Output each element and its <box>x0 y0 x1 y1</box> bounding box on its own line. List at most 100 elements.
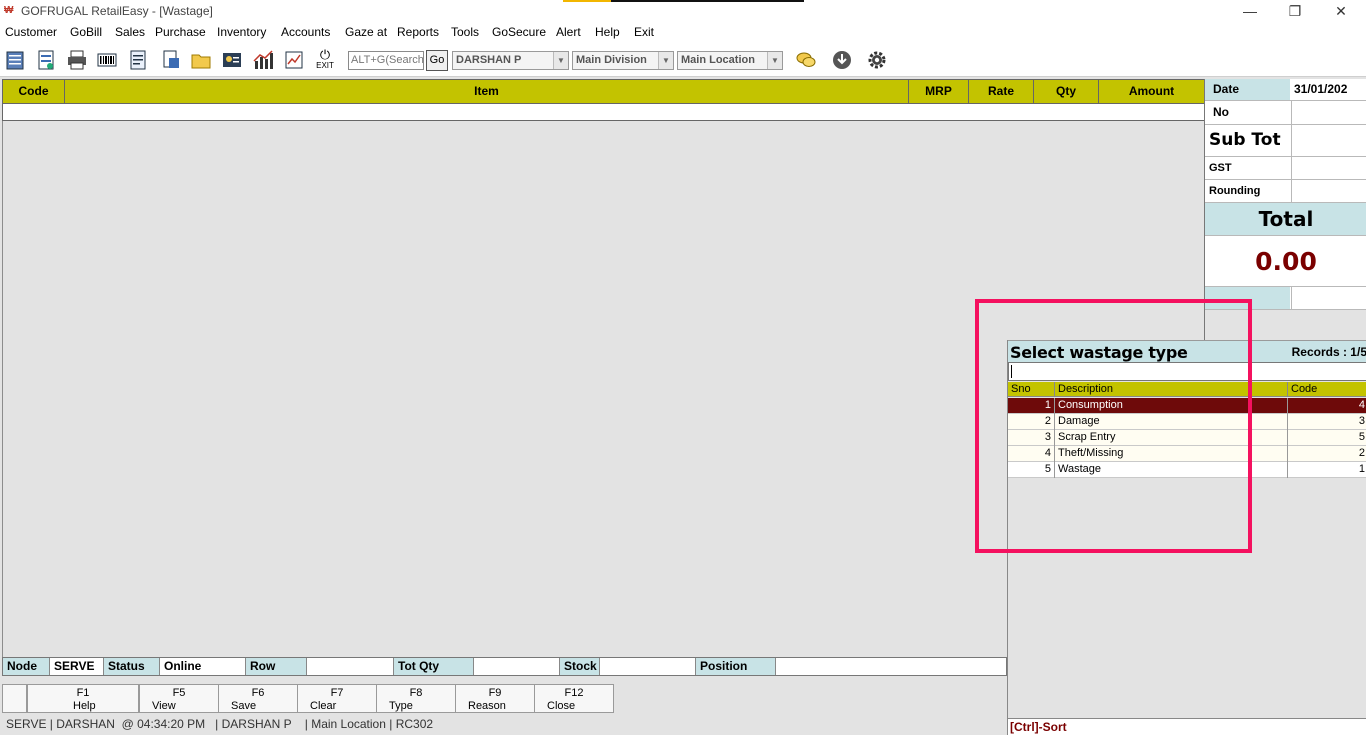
invoice-icon[interactable] <box>35 49 57 71</box>
column-amount[interactable]: Amount <box>1099 80 1204 103</box>
fkey-key: F12 <box>564 687 584 699</box>
download-icon[interactable] <box>831 49 853 71</box>
transfer-icon[interactable] <box>160 49 182 71</box>
extra-value <box>1291 287 1366 309</box>
search-input[interactable]: ALT+G(Search <box>348 51 424 70</box>
toolbar: ⏻ EXIT ALT+G(Search Go DARSHAN P ▼ Main … <box>0 43 1366 77</box>
document-icon[interactable] <box>127 49 149 71</box>
go-button[interactable]: Go <box>426 50 448 71</box>
f9-reason-button[interactable]: F9 Reason <box>455 684 535 713</box>
menu-tools[interactable]: Tools <box>451 25 479 39</box>
maximize-button[interactable]: ❐ <box>1280 2 1310 20</box>
chat-icon[interactable] <box>795 49 817 71</box>
position-value <box>776 658 1006 675</box>
app-logo-icon: ₩ <box>4 5 14 16</box>
bottom-status-bar: SERVE | DARSHAN @ 04:34:20 PM | DARSHAN … <box>0 713 1007 735</box>
gst-row: GST <box>1205 157 1366 180</box>
grid-body[interactable] <box>2 121 1007 657</box>
stock-label: Stock <box>560 658 600 675</box>
row-label: Row <box>246 658 307 675</box>
chevron-down-icon[interactable]: ▼ <box>767 52 782 69</box>
menu-gosecure[interactable]: GoSecure <box>492 25 546 39</box>
gst-value <box>1291 157 1366 179</box>
menu-purchase[interactable]: Purchase <box>155 25 206 39</box>
ledger-icon[interactable] <box>4 49 26 71</box>
fkey-label: Save <box>231 700 257 712</box>
grid-entry-row[interactable] <box>2 104 1205 121</box>
f5-view-button[interactable]: F5 View <box>139 684 219 713</box>
fkey-key: F5 <box>172 687 186 699</box>
chevron-down-icon[interactable]: ▼ <box>553 52 568 69</box>
no-label: No <box>1205 101 1290 124</box>
total-label: Total <box>1205 203 1366 236</box>
function-key-bar: F1 Help F5 View F6 Save F7 Clear F8 Type… <box>2 684 1007 713</box>
rounding-label: Rounding <box>1205 180 1290 202</box>
highlight-annotation <box>975 299 1252 553</box>
f8-type-button[interactable]: F8 Type <box>376 684 456 713</box>
chevron-down-icon[interactable]: ▼ <box>658 52 673 69</box>
f7-clear-button[interactable]: F7 Clear <box>297 684 377 713</box>
node-value: SERVE <box>50 658 104 675</box>
totqty-label: Tot Qty <box>394 658 474 675</box>
column-qty[interactable]: Qty <box>1034 80 1099 103</box>
print-icon[interactable] <box>66 49 88 71</box>
row-value <box>307 658 394 675</box>
folder-icon[interactable] <box>190 49 212 71</box>
row-code: 5 <box>1358 431 1365 443</box>
f1-help-button[interactable]: F1 Help <box>27 684 139 713</box>
contact-card-icon[interactable] <box>221 49 243 71</box>
status-row: Node SERVE Status Online Row Tot Qty Sto… <box>2 657 1007 676</box>
column-code[interactable]: Code <box>3 80 65 103</box>
window-title: GOFRUGAL RetailEasy - [Wastage] <box>21 4 213 18</box>
division-select-value: Main Division <box>576 54 647 66</box>
location-select-value: Main Location <box>681 54 755 66</box>
menu-accounts[interactable]: Accounts <box>281 25 330 39</box>
fkey-key: F9 <box>488 687 502 699</box>
date-label: Date <box>1205 79 1290 100</box>
fkey-key: F7 <box>330 687 344 699</box>
column-mrp[interactable]: MRP <box>909 80 969 103</box>
exit-button[interactable]: ⏻ EXIT <box>312 48 338 74</box>
status-value: Online <box>160 658 246 675</box>
f6-save-button[interactable]: F6 Save <box>218 684 298 713</box>
division-select[interactable]: Main Division ▼ <box>572 51 674 70</box>
menu-help[interactable]: Help <box>595 25 620 39</box>
bar-chart-icon[interactable] <box>252 49 274 71</box>
node-label: Node <box>3 658 50 675</box>
menu-customer[interactable]: Customer <box>5 25 57 39</box>
fkey-label: Reason <box>468 700 506 712</box>
gear-icon[interactable] <box>866 49 888 71</box>
no-value[interactable] <box>1291 101 1366 124</box>
title-accent-yellow <box>563 0 611 2</box>
date-value[interactable]: 31/01/202 <box>1291 79 1366 100</box>
menu-gaze-at[interactable]: Gaze at <box>345 25 387 39</box>
fkey-key: F6 <box>251 687 265 699</box>
total-value: 0.00 <box>1205 236 1366 287</box>
menu-sales[interactable]: Sales <box>115 25 145 39</box>
date-row: Date 31/01/202 <box>1205 79 1366 101</box>
fkey-spacer <box>2 684 27 713</box>
f12-close-button[interactable]: F12 Close <box>534 684 614 713</box>
menu-inventory[interactable]: Inventory <box>217 25 266 39</box>
user-select[interactable]: DARSHAN P ▼ <box>452 51 569 70</box>
popup-sort-hint: [Ctrl]-Sort <box>1008 718 1366 735</box>
row-code: 3 <box>1358 415 1365 427</box>
popup-records-count: Records : 1/5 <box>1291 345 1366 359</box>
minimize-button[interactable]: — <box>1235 2 1265 20</box>
menu-alert[interactable]: Alert <box>556 25 581 39</box>
column-rate[interactable]: Rate <box>969 80 1034 103</box>
location-select[interactable]: Main Location ▼ <box>677 51 783 70</box>
report-chart-icon[interactable] <box>283 49 305 71</box>
stock-value <box>600 658 696 675</box>
menu-gobill[interactable]: GoBill <box>70 25 102 39</box>
fkey-label: Close <box>547 700 576 712</box>
column-item[interactable]: Item <box>65 80 909 103</box>
row-code: 1 <box>1358 463 1365 475</box>
popup-column-code[interactable]: Code <box>1288 382 1366 397</box>
menu-exit[interactable]: Exit <box>634 25 654 39</box>
close-button[interactable]: ✕ <box>1326 2 1356 20</box>
menu-reports[interactable]: Reports <box>397 25 439 39</box>
row-code: 2 <box>1358 447 1365 459</box>
barcode-icon[interactable] <box>96 49 118 71</box>
fkey-key: F1 <box>76 687 90 699</box>
